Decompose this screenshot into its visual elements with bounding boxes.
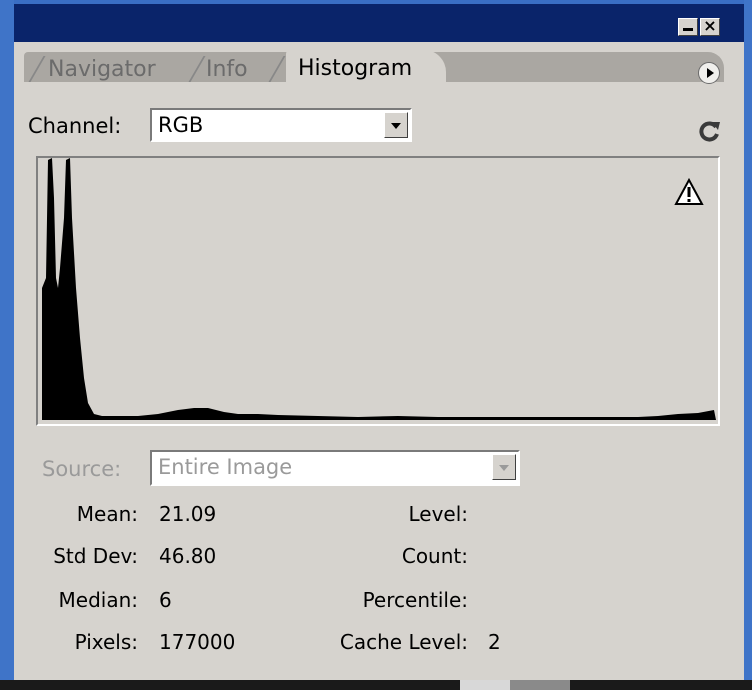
minimize-icon[interactable]: [678, 18, 698, 36]
tab-histogram[interactable]: Histogram: [286, 50, 446, 90]
warning-icon: [674, 178, 704, 205]
percentile-label: Percentile:: [362, 588, 468, 612]
histogram-fill: [42, 158, 716, 420]
panel-titlebar[interactable]: ×: [14, 4, 744, 42]
mean-value: 21.09: [159, 502, 217, 526]
tab-bar: Navigator Info Histogram: [14, 42, 744, 90]
desktop-frame-right: [744, 0, 752, 690]
pixels-value: 177000: [159, 630, 236, 654]
std-dev-label: Std Dev:: [53, 544, 138, 568]
cache-level-value: 2: [488, 630, 501, 654]
chevron-down-icon[interactable]: [384, 112, 408, 138]
tab-navigator[interactable]: Navigator: [38, 54, 156, 86]
histogram-graph: [42, 158, 716, 420]
refresh-icon[interactable]: [696, 118, 722, 144]
source-value: Entire Image: [158, 455, 293, 479]
bottom-strip-segment: [510, 680, 570, 690]
std-dev-value: 46.80: [159, 544, 217, 568]
close-icon[interactable]: ×: [700, 18, 720, 36]
source-select[interactable]: Entire Image: [150, 450, 520, 486]
bottom-taskbar-strip: [0, 680, 752, 690]
pixels-label: Pixels:: [74, 630, 138, 654]
histogram-chart: [36, 156, 720, 426]
level-label: Level:: [408, 502, 468, 526]
median-label: Median:: [58, 588, 138, 612]
chevron-down-icon[interactable]: [492, 454, 516, 480]
channel-label: Channel:: [28, 114, 122, 138]
bottom-strip-segment: [460, 680, 510, 690]
desktop-frame-left: [0, 0, 14, 690]
median-value: 6: [159, 588, 172, 612]
channel-value: RGB: [158, 113, 204, 137]
source-label: Source:: [42, 457, 122, 481]
histogram-panel: × Navigator Info Histogram Channel: RGB …: [14, 4, 744, 680]
panel-menu-icon[interactable]: [698, 62, 720, 84]
count-label: Count:: [401, 544, 468, 568]
cache-level-label: Cache Level:: [339, 630, 468, 654]
mean-label: Mean:: [76, 502, 138, 526]
channel-select[interactable]: RGB: [150, 108, 412, 142]
tab-info[interactable]: Info: [196, 54, 248, 86]
